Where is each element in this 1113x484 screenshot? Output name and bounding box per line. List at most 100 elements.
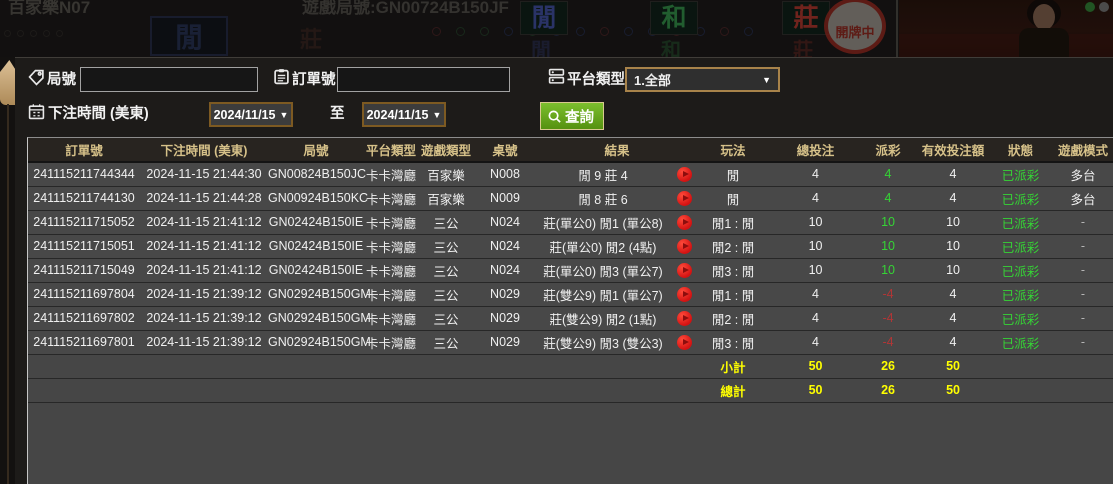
date-to-value: 2024/11/15 — [367, 108, 429, 122]
cell-valid: 4 — [913, 330, 993, 354]
total-bet: 50 — [768, 378, 863, 402]
col-header-0: 訂單號 — [28, 138, 140, 162]
cell-payout: 4 — [863, 162, 913, 186]
replay-video-icon[interactable] — [677, 167, 692, 182]
cell-table: N024 — [474, 234, 536, 258]
cell-result: 閒 8 莊 6 — [536, 186, 670, 210]
cell-payout: 10 — [863, 234, 913, 258]
cell-valid: 4 — [913, 186, 993, 210]
cell-round: GN02424B150IE — [268, 234, 364, 258]
cell-replay — [670, 330, 698, 354]
cell-play: 閒3 : 閒 — [698, 258, 768, 282]
col-header-5: 桌號 — [474, 138, 536, 162]
bet-record-row: 2411152116978012024-11-15 21:39:12GN0292… — [28, 330, 1113, 354]
calendar-icon — [28, 103, 45, 120]
cell-game: 三公 — [418, 234, 474, 258]
col-header-9: 派彩 — [863, 138, 913, 162]
platform-type-value: 1.全部 — [634, 70, 671, 89]
replay-video-icon[interactable] — [677, 191, 692, 206]
cell-order: 241115211697804 — [28, 282, 140, 306]
cell-order: 241115211697801 — [28, 330, 140, 354]
cell-table: N029 — [474, 330, 536, 354]
grand-total-row: 總計 50 26 50 — [28, 378, 1113, 402]
chevron-down-icon: ▼ — [279, 110, 288, 120]
cell-result: 莊(雙公9) 閒2 (1點) — [536, 306, 670, 330]
subtotal-payout: 26 — [863, 354, 913, 378]
cell-order: 241115211697802 — [28, 306, 140, 330]
date-from-select[interactable]: 2024/11/15 ▼ — [209, 102, 293, 127]
cell-payout: -4 — [863, 306, 913, 330]
cell-valid: 10 — [913, 210, 993, 234]
chevron-down-icon: ▼ — [432, 110, 441, 120]
cell-round: GN02424B150IE — [268, 210, 364, 234]
cell-platform: 卡卡灣廳 — [364, 306, 418, 330]
replay-video-icon[interactable] — [677, 215, 692, 230]
cell-bet: 4 — [768, 186, 863, 210]
cell-play: 閒1 : 閒 — [698, 210, 768, 234]
cell-replay — [670, 162, 698, 186]
replay-video-icon[interactable] — [677, 263, 692, 278]
cell-table: N029 — [474, 282, 536, 306]
cell-play: 閒3 : 閒 — [698, 330, 768, 354]
platform-type-select[interactable]: 1.全部 ▼ — [625, 67, 780, 92]
cell-result: 莊(雙公9) 閒1 (單公7) — [536, 282, 670, 306]
bet-history-panel: 局號 訂單號 平台類型 1.全部 ▼ 下注時間 (美東) 2024/11/15 … — [15, 57, 1113, 484]
replay-video-icon[interactable] — [677, 335, 692, 350]
cell-platform: 卡卡灣廳 — [364, 210, 418, 234]
cell-bet: 10 — [768, 234, 863, 258]
cell-result: 莊(單公0) 閒2 (4點) — [536, 234, 670, 258]
cell-bet: 4 — [768, 330, 863, 354]
bet-record-row: 2411152117441302024-11-15 21:44:28GN0092… — [28, 186, 1113, 210]
cell-game: 百家樂 — [418, 186, 474, 210]
cell-time: 2024-11-15 21:41:12 — [140, 210, 268, 234]
cell-status: 已派彩 — [993, 186, 1048, 210]
cell-platform: 卡卡灣廳 — [364, 186, 418, 210]
bet-record-row: 2411152117150512024-11-15 21:41:12GN0242… — [28, 234, 1113, 258]
tag-icon — [28, 69, 45, 86]
bet-record-row: 2411152116978042024-11-15 21:39:12GN0292… — [28, 282, 1113, 306]
game-backdrop: 百家樂N07 遊戲局號:GN00724B150JF 閒 莊 閒 閒 和 和 莊 … — [0, 0, 1113, 57]
cell-play: 閒2 : 閒 — [698, 306, 768, 330]
cell-time: 2024-11-15 21:41:12 — [140, 258, 268, 282]
cell-round: GN00824B150JC — [268, 162, 364, 186]
cell-status: 已派彩 — [993, 306, 1048, 330]
cell-status: 已派彩 — [993, 210, 1048, 234]
replay-video-icon[interactable] — [677, 311, 692, 326]
bet-record-row: 2411152116978022024-11-15 21:39:12GN0292… — [28, 306, 1113, 330]
total-valid: 50 — [913, 378, 993, 402]
cell-round: GN02924B150GM — [268, 282, 364, 306]
platform-type-icon — [548, 68, 565, 85]
search-icon — [547, 109, 562, 124]
cell-bet: 4 — [768, 162, 863, 186]
cell-status: 已派彩 — [993, 162, 1048, 186]
replay-video-icon[interactable] — [677, 239, 692, 254]
cell-table: N024 — [474, 258, 536, 282]
cell-valid: 10 — [913, 234, 993, 258]
cell-order: 241115211744130 — [28, 186, 140, 210]
cell-game: 三公 — [418, 258, 474, 282]
total-label: 總計 — [698, 378, 768, 402]
cell-result: 莊(單公0) 閒3 (單公7) — [536, 258, 670, 282]
subtotal-valid: 50 — [913, 354, 993, 378]
round-no-input[interactable] — [80, 67, 258, 92]
cell-game: 百家樂 — [418, 162, 474, 186]
left-border-line — [7, 104, 9, 484]
cell-platform: 卡卡灣廳 — [364, 234, 418, 258]
date-from-value: 2024/11/15 — [214, 108, 276, 122]
order-no-input[interactable] — [337, 67, 510, 92]
date-to-select[interactable]: 2024/11/15 ▼ — [362, 102, 446, 127]
date-to-label: 至 — [330, 102, 345, 123]
cell-play: 閒 — [698, 186, 768, 210]
cell-order: 241115211715052 — [28, 210, 140, 234]
cell-game: 三公 — [418, 306, 474, 330]
search-button[interactable]: 查詢 — [540, 102, 604, 130]
bet-record-row: 2411152117150522024-11-15 21:41:12GN0242… — [28, 210, 1113, 234]
col-header-4: 遊戲類型 — [418, 138, 474, 162]
search-button-label: 查詢 — [565, 106, 594, 127]
replay-video-icon[interactable] — [677, 287, 692, 302]
cell-status: 已派彩 — [993, 282, 1048, 306]
cell-time: 2024-11-15 21:44:30 — [140, 162, 268, 186]
bet-record-row: 2411152117443442024-11-15 21:44:30GN0082… — [28, 162, 1113, 186]
cell-platform: 卡卡灣廳 — [364, 162, 418, 186]
total-payout: 26 — [863, 378, 913, 402]
